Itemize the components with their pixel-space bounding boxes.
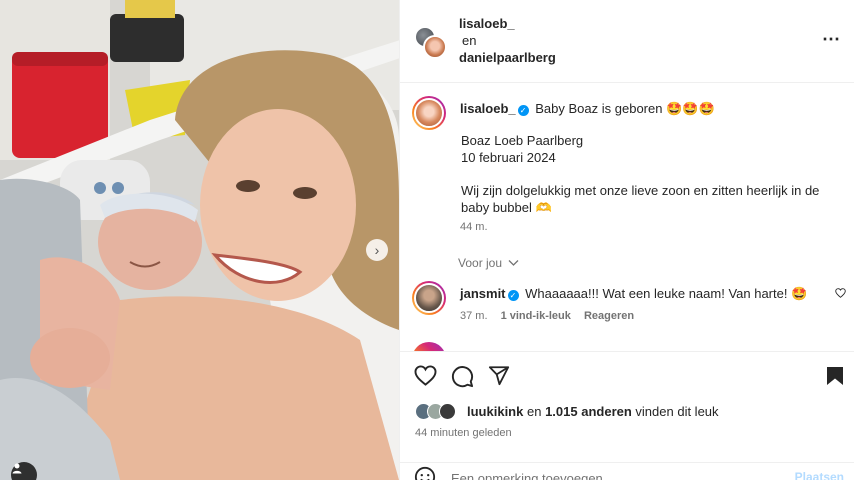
caption-timestamp[interactable]: 44 m.	[460, 221, 488, 233]
post-comment-button[interactable]: Plaatsen	[795, 470, 844, 480]
post-side-panel: lisaloeb_ en danielpaarlberg ⋯ lisaloeb_…	[399, 0, 854, 480]
avatar	[439, 403, 456, 420]
like-heart-icon[interactable]	[414, 365, 437, 386]
caption-line: Boaz Loeb Paarlberg	[461, 133, 584, 148]
header-connector: en	[462, 33, 477, 48]
next-photo-button[interactable]: ›	[366, 239, 388, 261]
comment-reply-button[interactable]: Reageren	[584, 310, 634, 322]
post-header: lisaloeb_ en danielpaarlberg ⋯	[400, 0, 854, 83]
comment-input[interactable]	[451, 469, 781, 480]
avatar	[414, 283, 444, 313]
emoji-smiley-icon[interactable]	[414, 466, 436, 480]
comments-section: lisaloeb_ ✓ Baby Boaz is geboren 🤩🤩🤩 Boaz…	[400, 84, 854, 352]
add-comment-bar: Plaatsen	[400, 462, 854, 480]
share-send-icon[interactable]	[488, 365, 510, 386]
more-horizontal-icon: ⋯	[822, 29, 841, 49]
caption-body: Boaz Loeb Paarlberg 10 februari 2024 Wij…	[461, 132, 841, 216]
verified-badge-icon: ✓	[517, 105, 529, 116]
caption-first-line: lisaloeb_ ✓ Baby Boaz is geboren 🤩🤩🤩	[460, 100, 840, 117]
others-count[interactable]: 1.015 anderen	[545, 404, 632, 419]
comment-bubble-icon[interactable]	[451, 365, 474, 388]
post-timestamp[interactable]: 44 minuten geleden	[415, 427, 512, 439]
collab-names: lisaloeb_ en danielpaarlberg	[459, 15, 556, 66]
comment-body: jansmit ✓ Whaaaaaa!!! Wat een leuke naam!…	[460, 285, 820, 302]
bookmark-icon[interactable]	[826, 366, 844, 386]
caption-line: 10 februari 2024	[461, 150, 556, 165]
chevron-right-icon: ›	[374, 242, 380, 258]
caption-title: Baby Boaz is geboren 🤩🤩🤩	[535, 101, 715, 116]
likes-text: luukikink en 1.015 anderen vinden dit le…	[467, 403, 719, 421]
avatar	[423, 35, 447, 59]
caption-avatar[interactable]	[412, 96, 446, 130]
comment-username[interactable]: jansmit	[460, 286, 506, 301]
first-liker-username[interactable]: luukikink	[467, 404, 523, 419]
user-icon	[12, 463, 22, 474]
likes-suffix: vinden dit leuk	[635, 404, 719, 419]
likes-connector: en	[526, 404, 542, 419]
header-username-2[interactable]: danielpaarlberg	[459, 49, 556, 66]
liker-avatars	[415, 403, 463, 421]
comment-time[interactable]: 37 m.	[460, 310, 488, 322]
post-actions: luukikink en 1.015 anderen vinden dit le…	[400, 351, 854, 480]
comment-meta: 37 m. 1 vind-ik-leuk Reageren	[460, 310, 644, 322]
verified-badge-icon: ✓	[507, 290, 519, 301]
post-photo: ›	[0, 0, 399, 480]
comment-likes-count[interactable]: 1 vind-ik-leuk	[501, 310, 571, 322]
like-comment-heart-icon[interactable]	[835, 288, 846, 298]
header-username-1[interactable]: lisaloeb_	[459, 15, 556, 32]
chevron-down-icon	[508, 260, 519, 266]
more-options-button[interactable]: ⋯	[822, 30, 841, 48]
comments-filter-label: Voor jou	[458, 256, 503, 270]
comment-avatar[interactable]	[412, 281, 446, 315]
collab-avatars[interactable]	[414, 26, 447, 59]
comment-text: Whaaaaaa!!! Wat een leuke naam! Van hart…	[525, 286, 808, 301]
comments-filter-button[interactable]: Voor jou	[458, 256, 519, 270]
avatar	[414, 98, 444, 128]
caption-paragraph: Wij zijn dolgelukkig met onze lieve zoon…	[461, 183, 820, 215]
photo-illustration	[0, 0, 399, 480]
comment-item: jansmit ✓ Whaaaaaa!!! Wat een leuke naam!…	[400, 280, 854, 328]
caption-username[interactable]: lisaloeb_	[460, 101, 516, 116]
